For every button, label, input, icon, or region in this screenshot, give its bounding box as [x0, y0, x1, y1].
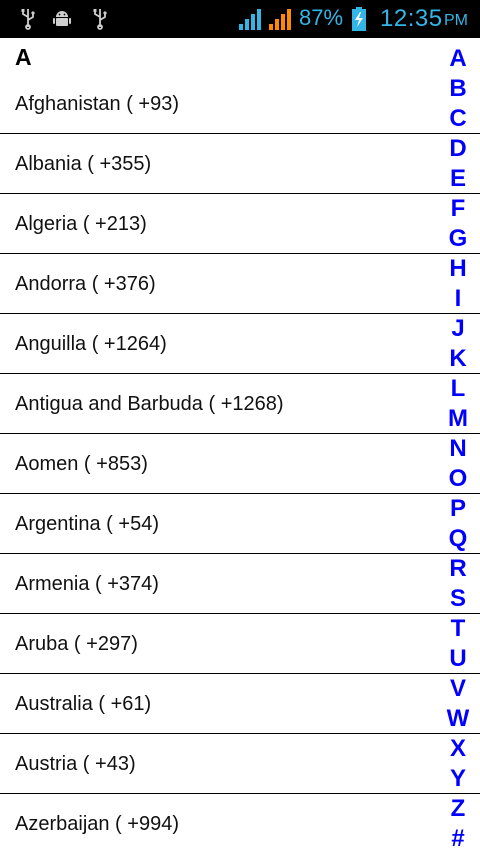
index-letter[interactable]: T	[436, 614, 480, 644]
list-item[interactable]: Argentina ( +54)	[0, 494, 480, 554]
index-letter[interactable]: Z	[436, 794, 480, 824]
android-debug-icon	[53, 11, 71, 26]
index-letter[interactable]: Y	[436, 764, 480, 794]
country-label: Austria ( +43)	[15, 753, 136, 775]
list-item[interactable]: Albania ( +355)	[0, 134, 480, 194]
signal-icon	[269, 9, 291, 30]
list-item[interactable]: Andorra ( +376)	[0, 254, 480, 314]
list-item[interactable]: Australia ( +61)	[0, 674, 480, 734]
country-label: Algeria ( +213)	[15, 213, 147, 235]
list-item[interactable]: Azerbaijan ( +994)	[0, 794, 480, 854]
index-letter[interactable]: S	[436, 584, 480, 614]
index-letter[interactable]: X	[436, 734, 480, 764]
index-letter[interactable]: O	[436, 464, 480, 494]
list-item[interactable]: Antigua and Barbuda ( +1268)	[0, 374, 480, 434]
country-label: Albania ( +355)	[15, 153, 152, 175]
signal-icon	[239, 9, 261, 30]
index-letter[interactable]: L	[436, 374, 480, 404]
index-letter[interactable]: G	[436, 224, 480, 254]
index-letter[interactable]: E	[436, 164, 480, 194]
list-item[interactable]: Armenia ( +374)	[0, 554, 480, 614]
country-label: Argentina ( +54)	[15, 513, 159, 535]
clock-time: 12:35	[380, 5, 443, 32]
index-letter[interactable]: U	[436, 644, 480, 674]
index-letter[interactable]: H	[436, 254, 480, 284]
country-label: Australia ( +61)	[15, 693, 152, 715]
country-label: Afghanistan ( +93)	[15, 93, 179, 115]
index-letter[interactable]: J	[436, 314, 480, 344]
usb-icon	[21, 9, 35, 30]
usb-icon	[93, 9, 107, 30]
index-letter[interactable]: Q	[436, 524, 480, 554]
country-label: Anguilla ( +1264)	[15, 333, 167, 355]
country-list[interactable]: A Afghanistan ( +93) Albania ( +355) Alg…	[0, 38, 480, 854]
index-letter[interactable]: N	[436, 434, 480, 464]
index-letter[interactable]: A	[436, 44, 480, 74]
battery-percent: 87%	[299, 5, 344, 30]
country-label: Antigua and Barbuda ( +1268)	[15, 393, 284, 415]
country-label: Armenia ( +374)	[15, 573, 159, 595]
index-letter[interactable]: B	[436, 74, 480, 104]
country-label: Aomen ( +853)	[15, 453, 148, 475]
index-letter[interactable]: #	[436, 824, 480, 854]
country-label: Azerbaijan ( +994)	[15, 813, 179, 835]
index-letter[interactable]: P	[436, 494, 480, 524]
country-label: Andorra ( +376)	[15, 273, 156, 295]
list-item[interactable]: Afghanistan ( +93)	[0, 74, 480, 134]
index-letter[interactable]: F	[436, 194, 480, 224]
battery-charging-icon	[352, 7, 366, 31]
index-letter[interactable]: K	[436, 344, 480, 374]
section-header: A	[15, 44, 32, 70]
list-item[interactable]: Algeria ( +213)	[0, 194, 480, 254]
index-letter[interactable]: C	[436, 104, 480, 134]
index-letter[interactable]: R	[436, 554, 480, 584]
list-item[interactable]: Aomen ( +853)	[0, 434, 480, 494]
index-letter[interactable]: M	[436, 404, 480, 434]
index-letter[interactable]: I	[436, 284, 480, 314]
index-letter[interactable]: W	[436, 704, 480, 734]
list-item[interactable]: Aruba ( +297)	[0, 614, 480, 674]
alphabet-index-bar[interactable]: A B C D E F G H I J K L M N O P Q R S T …	[436, 38, 480, 854]
status-bar: 87% 12:35 PM	[0, 0, 480, 38]
index-letter[interactable]: D	[436, 134, 480, 164]
country-label: Aruba ( +297)	[15, 633, 138, 655]
index-letter[interactable]: V	[436, 674, 480, 704]
list-item[interactable]: Anguilla ( +1264)	[0, 314, 480, 374]
list-item[interactable]: Austria ( +43)	[0, 734, 480, 794]
clock-ampm: PM	[444, 12, 468, 29]
